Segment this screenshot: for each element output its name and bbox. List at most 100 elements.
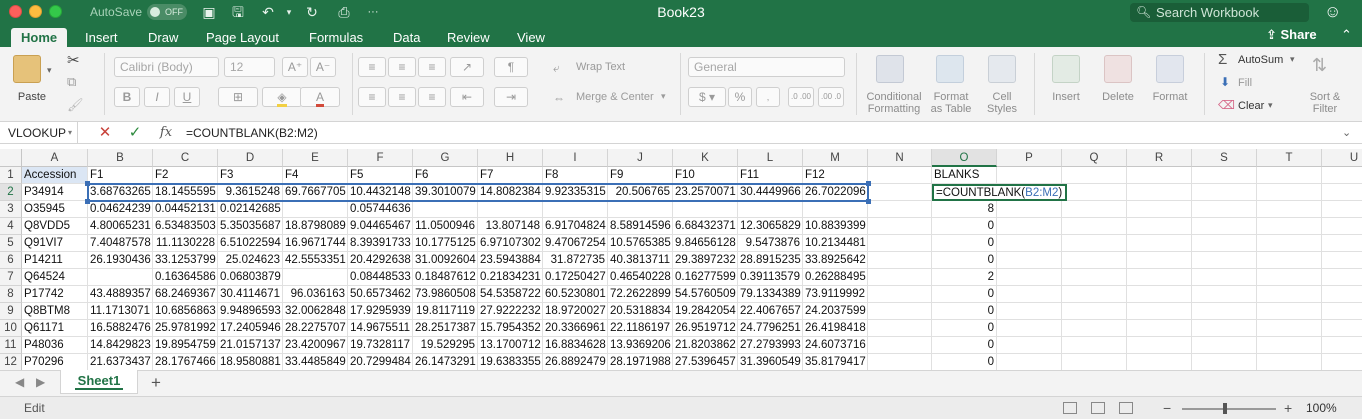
- cell-n12[interactable]: [868, 354, 932, 370]
- cell-q5[interactable]: [1062, 235, 1127, 252]
- column-header-a[interactable]: A: [22, 149, 88, 167]
- cell-q2[interactable]: [1062, 184, 1127, 201]
- cell-p10[interactable]: [997, 320, 1062, 337]
- cell-e3[interactable]: [283, 201, 348, 218]
- cell-n6[interactable]: [868, 252, 932, 269]
- name-box-dropdown-icon[interactable]: ▾: [68, 122, 72, 144]
- column-header-p[interactable]: P: [997, 149, 1062, 167]
- cell-b1[interactable]: F1: [88, 167, 153, 184]
- cell-s6[interactable]: [1192, 252, 1257, 269]
- cell-r12[interactable]: [1127, 354, 1192, 370]
- cell-k10[interactable]: 26.9519712: [673, 320, 738, 337]
- cell-l9[interactable]: 22.4067657: [738, 303, 803, 320]
- row-header-4[interactable]: 4: [0, 218, 22, 235]
- font-name-select[interactable]: Calibri (Body): [114, 57, 219, 77]
- cell-d5[interactable]: 6.51022594: [218, 235, 283, 252]
- cell-s5[interactable]: [1192, 235, 1257, 252]
- add-sheet-icon[interactable]: +: [151, 373, 161, 393]
- autosum-dropdown-icon[interactable]: ▾: [1290, 54, 1295, 65]
- cell-c11[interactable]: 19.8954759: [153, 337, 218, 354]
- cell-p12[interactable]: [997, 354, 1062, 370]
- align-left-icon[interactable]: ≡: [358, 87, 386, 107]
- cell-g8[interactable]: 73.9860508: [413, 286, 478, 303]
- sort-filter-icon[interactable]: ⇅: [1312, 55, 1327, 76]
- cell-a8[interactable]: P17742: [22, 286, 88, 303]
- zoom-in-icon[interactable]: +: [1284, 400, 1292, 416]
- cell-h12[interactable]: 19.6383355: [478, 354, 543, 370]
- cell-e8[interactable]: 96.036163: [283, 286, 348, 303]
- cell-b9[interactable]: 11.1713071: [88, 303, 153, 320]
- cell-p4[interactable]: [997, 218, 1062, 235]
- cell-i12[interactable]: 26.8892479: [543, 354, 608, 370]
- cell-c7[interactable]: 0.16364586: [153, 269, 218, 286]
- delete-cells-label[interactable]: Delete: [1098, 91, 1138, 103]
- cell-c1[interactable]: F2: [153, 167, 218, 184]
- cell-f11[interactable]: 19.7328117: [348, 337, 413, 354]
- zoom-window-button[interactable]: [49, 5, 62, 18]
- cell-k2[interactable]: 23.2570071: [673, 184, 738, 201]
- cell-j11[interactable]: 13.9369206: [608, 337, 673, 354]
- cell-r2[interactable]: [1127, 184, 1192, 201]
- cell-r9[interactable]: [1127, 303, 1192, 320]
- page-layout-view-icon[interactable]: [1091, 402, 1105, 414]
- insert-cells-icon[interactable]: [1052, 55, 1080, 83]
- cell-a2[interactable]: P34914: [22, 184, 88, 201]
- cell-o8[interactable]: 0: [932, 286, 997, 303]
- previous-sheet-icon[interactable]: ◀: [15, 375, 24, 389]
- delete-cells-icon[interactable]: [1104, 55, 1132, 83]
- share-button[interactable]: ⇪ Share: [1266, 27, 1317, 43]
- column-header-c[interactable]: C: [153, 149, 218, 167]
- cell-j7[interactable]: 0.46540228: [608, 269, 673, 286]
- paragraph-direction-icon[interactable]: ¶: [494, 57, 528, 77]
- column-header-h[interactable]: H: [478, 149, 543, 167]
- autosave-toggle[interactable]: OFF: [147, 4, 187, 20]
- cell-h4[interactable]: 13.807148: [478, 218, 543, 235]
- cell-d12[interactable]: 18.9580881: [218, 354, 283, 370]
- cell-k9[interactable]: 19.2842054: [673, 303, 738, 320]
- cell-c6[interactable]: 33.1253799: [153, 252, 218, 269]
- merge-dropdown-icon[interactable]: ▾: [661, 91, 666, 102]
- cell-b5[interactable]: 7.40487578: [88, 235, 153, 252]
- name-box[interactable]: VLOOKUP ▾: [0, 122, 78, 144]
- cell-e2[interactable]: 69.7667705: [283, 184, 348, 201]
- column-header-s[interactable]: S: [1192, 149, 1257, 167]
- cell-f4[interactable]: 9.04465467: [348, 218, 413, 235]
- cell-f2[interactable]: 10.4432148: [348, 184, 413, 201]
- paste-icon[interactable]: [13, 55, 41, 83]
- cell-k6[interactable]: 29.3897232: [673, 252, 738, 269]
- cell-e6[interactable]: 42.5553351: [283, 252, 348, 269]
- cell-r8[interactable]: [1127, 286, 1192, 303]
- cell-u8[interactable]: [1322, 286, 1362, 303]
- cell-j3[interactable]: [608, 201, 673, 218]
- orientation-icon[interactable]: ↗: [450, 57, 484, 77]
- range-resize-handle[interactable]: [85, 199, 90, 204]
- format-as-table-icon[interactable]: [936, 55, 964, 83]
- borders-icon[interactable]: ⊞: [218, 87, 258, 107]
- cell-p8[interactable]: [997, 286, 1062, 303]
- cell-m5[interactable]: 10.2134481: [803, 235, 868, 252]
- cell-p11[interactable]: [997, 337, 1062, 354]
- cell-f9[interactable]: 17.9295939: [348, 303, 413, 320]
- tab-formulas[interactable]: Formulas: [309, 28, 363, 47]
- cell-o9[interactable]: 0: [932, 303, 997, 320]
- column-header-t[interactable]: T: [1257, 149, 1322, 167]
- cell-p6[interactable]: [997, 252, 1062, 269]
- zoom-slider[interactable]: [1182, 408, 1276, 410]
- cell-g2[interactable]: 39.3010079: [413, 184, 478, 201]
- row-header-10[interactable]: 10: [0, 320, 22, 337]
- cell-q9[interactable]: [1062, 303, 1127, 320]
- cell-b4[interactable]: 4.80065231: [88, 218, 153, 235]
- cell-m10[interactable]: 26.4198418: [803, 320, 868, 337]
- cell-t5[interactable]: [1257, 235, 1322, 252]
- cell-i7[interactable]: 0.17250427: [543, 269, 608, 286]
- confirm-entry-icon[interactable]: ✓: [126, 122, 144, 144]
- cell-o5[interactable]: 0: [932, 235, 997, 252]
- cell-j10[interactable]: 22.1186197: [608, 320, 673, 337]
- cell-l10[interactable]: 24.7796251: [738, 320, 803, 337]
- cell-p5[interactable]: [997, 235, 1062, 252]
- cell-m7[interactable]: 0.26288495: [803, 269, 868, 286]
- cell-r7[interactable]: [1127, 269, 1192, 286]
- cell-l4[interactable]: 12.3065829: [738, 218, 803, 235]
- next-sheet-icon[interactable]: ▶: [36, 375, 45, 389]
- cell-j5[interactable]: 10.5765385: [608, 235, 673, 252]
